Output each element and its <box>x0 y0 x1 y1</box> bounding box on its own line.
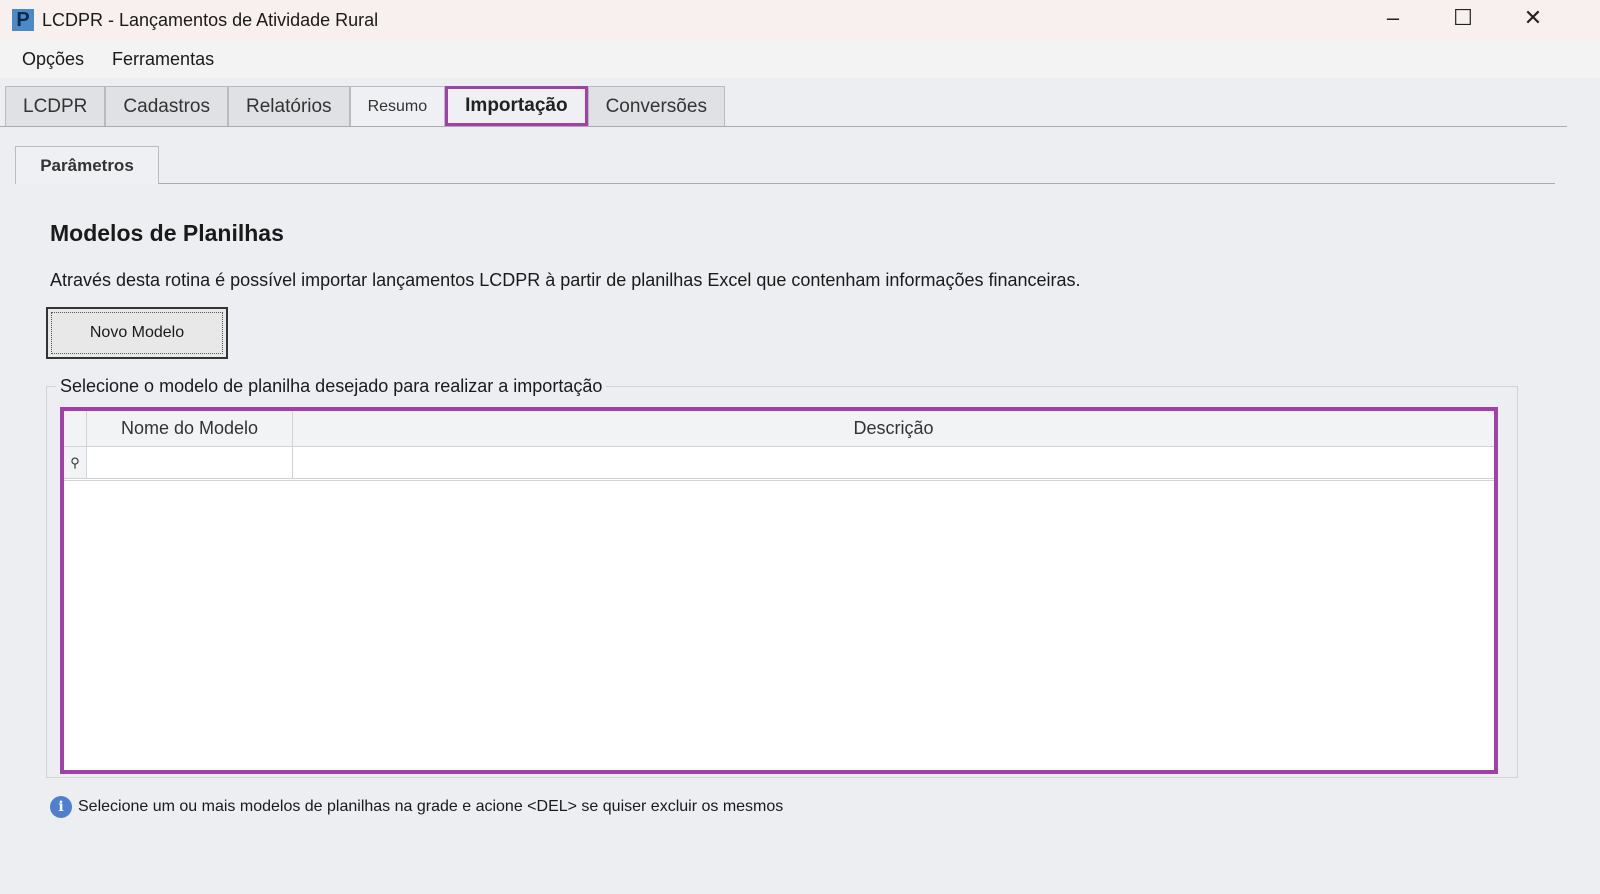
tab-lcdpr[interactable]: LCDPR <box>5 86 106 126</box>
page-description: Através desta rotina é possível importar… <box>50 270 1081 290</box>
new-model-button[interactable]: Novo Modelo <box>46 307 228 359</box>
info-icon: i <box>50 796 72 818</box>
tab-importacao[interactable]: Importação <box>445 86 588 126</box>
column-header-nome[interactable]: Nome do Modelo <box>87 411 293 446</box>
minimize-button[interactable]: – <box>1358 0 1428 36</box>
new-model-label: Novo Modelo <box>89 324 185 341</box>
menu-bar: Opções Ferramentas <box>0 40 1600 78</box>
menu-ferramentas[interactable]: Ferramentas <box>112 49 214 70</box>
page-title: Modelos de Planilhas <box>50 220 284 246</box>
main-tabs: LCDPR Cadastros Relatórios Resumo Import… <box>5 86 725 126</box>
maximize-button[interactable]: ☐ <box>1428 0 1498 36</box>
subtab-divider <box>159 183 1555 184</box>
tab-cadastros[interactable]: Cadastros <box>105 86 229 126</box>
filter-cell-descricao[interactable] <box>293 447 1494 478</box>
models-grid[interactable]: Nome do Modelo Descrição ⚲ <box>60 407 1498 774</box>
tab-resumo[interactable]: Resumo <box>349 86 446 126</box>
title-bar: P LCDPR - Lançamentos de Atividade Rural… <box>0 0 1600 40</box>
footer-hint: i Selecione um ou mais modelos de planil… <box>50 796 783 818</box>
window-title: LCDPR - Lançamentos de Atividade Rural <box>42 9 379 30</box>
tab-parametros[interactable]: Parâmetros <box>15 146 159 184</box>
menu-opcoes[interactable]: Opções <box>22 49 84 70</box>
grid-header: Nome do Modelo Descrição <box>64 411 1494 447</box>
column-header-descricao[interactable]: Descrição <box>293 411 1494 446</box>
row-indicator-header <box>64 411 87 446</box>
filter-icon: ⚲ <box>64 447 87 478</box>
tab-relatorios[interactable]: Relatórios <box>228 86 350 126</box>
tab-conversoes[interactable]: Conversões <box>587 86 725 126</box>
group-label: Selecione o modelo de planilha desejado … <box>56 376 607 397</box>
close-button[interactable]: ✕ <box>1498 0 1568 36</box>
tab-divider <box>0 126 1567 127</box>
filter-row: ⚲ <box>64 447 1494 481</box>
app-icon: P <box>12 9 34 31</box>
filter-cell-nome[interactable] <box>87 447 293 478</box>
footer-text: Selecione um ou mais modelos de planilha… <box>78 798 784 815</box>
